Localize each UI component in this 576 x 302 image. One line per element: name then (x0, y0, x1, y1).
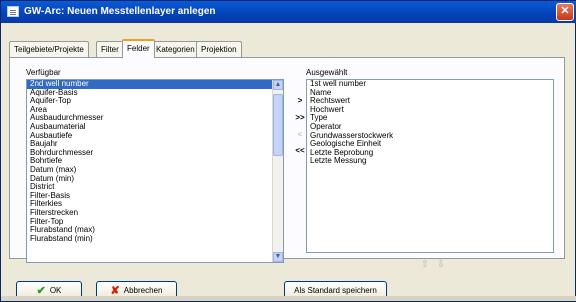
app-icon (7, 6, 19, 17)
remove-all-button[interactable]: << (294, 146, 306, 156)
available-field-item[interactable]: Filterstrecken (27, 208, 283, 218)
cancel-label: Abbrechen (123, 286, 163, 295)
tab-projektion[interactable]: Projektion (196, 41, 242, 57)
move-up-icon[interactable]: ⇧ (420, 259, 430, 271)
title-bar[interactable]: GW-Arc: Neuen Messtellenlayer anlegen ✕ (1, 1, 576, 23)
available-items: 2nd well number Aquifer-Basis Aquifer-Top A… (27, 80, 283, 243)
window-title: GW-Arc: Neuen Messtellenlayer anlegen (24, 6, 216, 17)
close-icon: ✕ (560, 5, 570, 17)
available-field-item[interactable]: Aquifer-Top (27, 97, 283, 106)
tab-felder[interactable]: Felder (122, 39, 155, 58)
selected-field-item[interactable]: Hochwert (307, 105, 553, 115)
add-all-button[interactable]: >> (294, 113, 306, 123)
add-selected-button[interactable]: > (294, 96, 306, 106)
move-down-icon[interactable]: ⇩ (436, 259, 446, 271)
selected-field-item[interactable]: 1st well number (307, 80, 553, 89)
scroll-down-icon[interactable]: ▼ (273, 252, 283, 262)
scroll-up-icon[interactable]: ▲ (273, 80, 283, 90)
available-field-item[interactable]: Ausbautiefe (27, 131, 283, 141)
dialog-window: GW-Arc: Neuen Messtellenlayer anlegen ✕ … (0, 0, 576, 302)
available-field-item[interactable]: Flurabstand (min) (27, 234, 283, 244)
available-list-scrollbar[interactable]: ▲ ▼ (272, 80, 283, 262)
selected-field-item[interactable]: Letzte Messung (307, 157, 553, 166)
ok-label: OK (49, 286, 62, 295)
available-field-item[interactable]: Bohrdurchmesser (27, 148, 283, 158)
available-label: Verfügbar (26, 68, 61, 77)
remove-selected-button[interactable]: < (294, 130, 306, 140)
selected-label: Ausgewählt (306, 68, 348, 77)
selected-fields-list[interactable]: 1st well number Name Rechtswert Hochwert Typ… (306, 79, 554, 253)
bottom-strip (1, 296, 576, 301)
selected-items: 1st well number Name Rechtswert Hochwert Typ… (307, 80, 553, 166)
available-field-item[interactable]: Datum (min) (27, 174, 283, 184)
tab-kategorien[interactable]: Kategorien (151, 41, 200, 57)
tab-filter[interactable]: Filter (96, 41, 124, 57)
selected-field-item[interactable]: Type (307, 114, 553, 123)
available-field-item[interactable]: Filter-Basis (27, 191, 283, 201)
available-fields-list[interactable]: 2nd well number Aquifer-Basis Aquifer-Top A… (26, 79, 284, 263)
felder-panel: Verfügbar 2nd well number Aquifer-Basis Aq… (9, 57, 565, 263)
tab-teilgebiete-projekte[interactable]: Teilgebiete/Projekte (9, 41, 89, 57)
scroll-thumb[interactable] (273, 94, 283, 156)
close-button[interactable]: ✕ (556, 3, 574, 21)
